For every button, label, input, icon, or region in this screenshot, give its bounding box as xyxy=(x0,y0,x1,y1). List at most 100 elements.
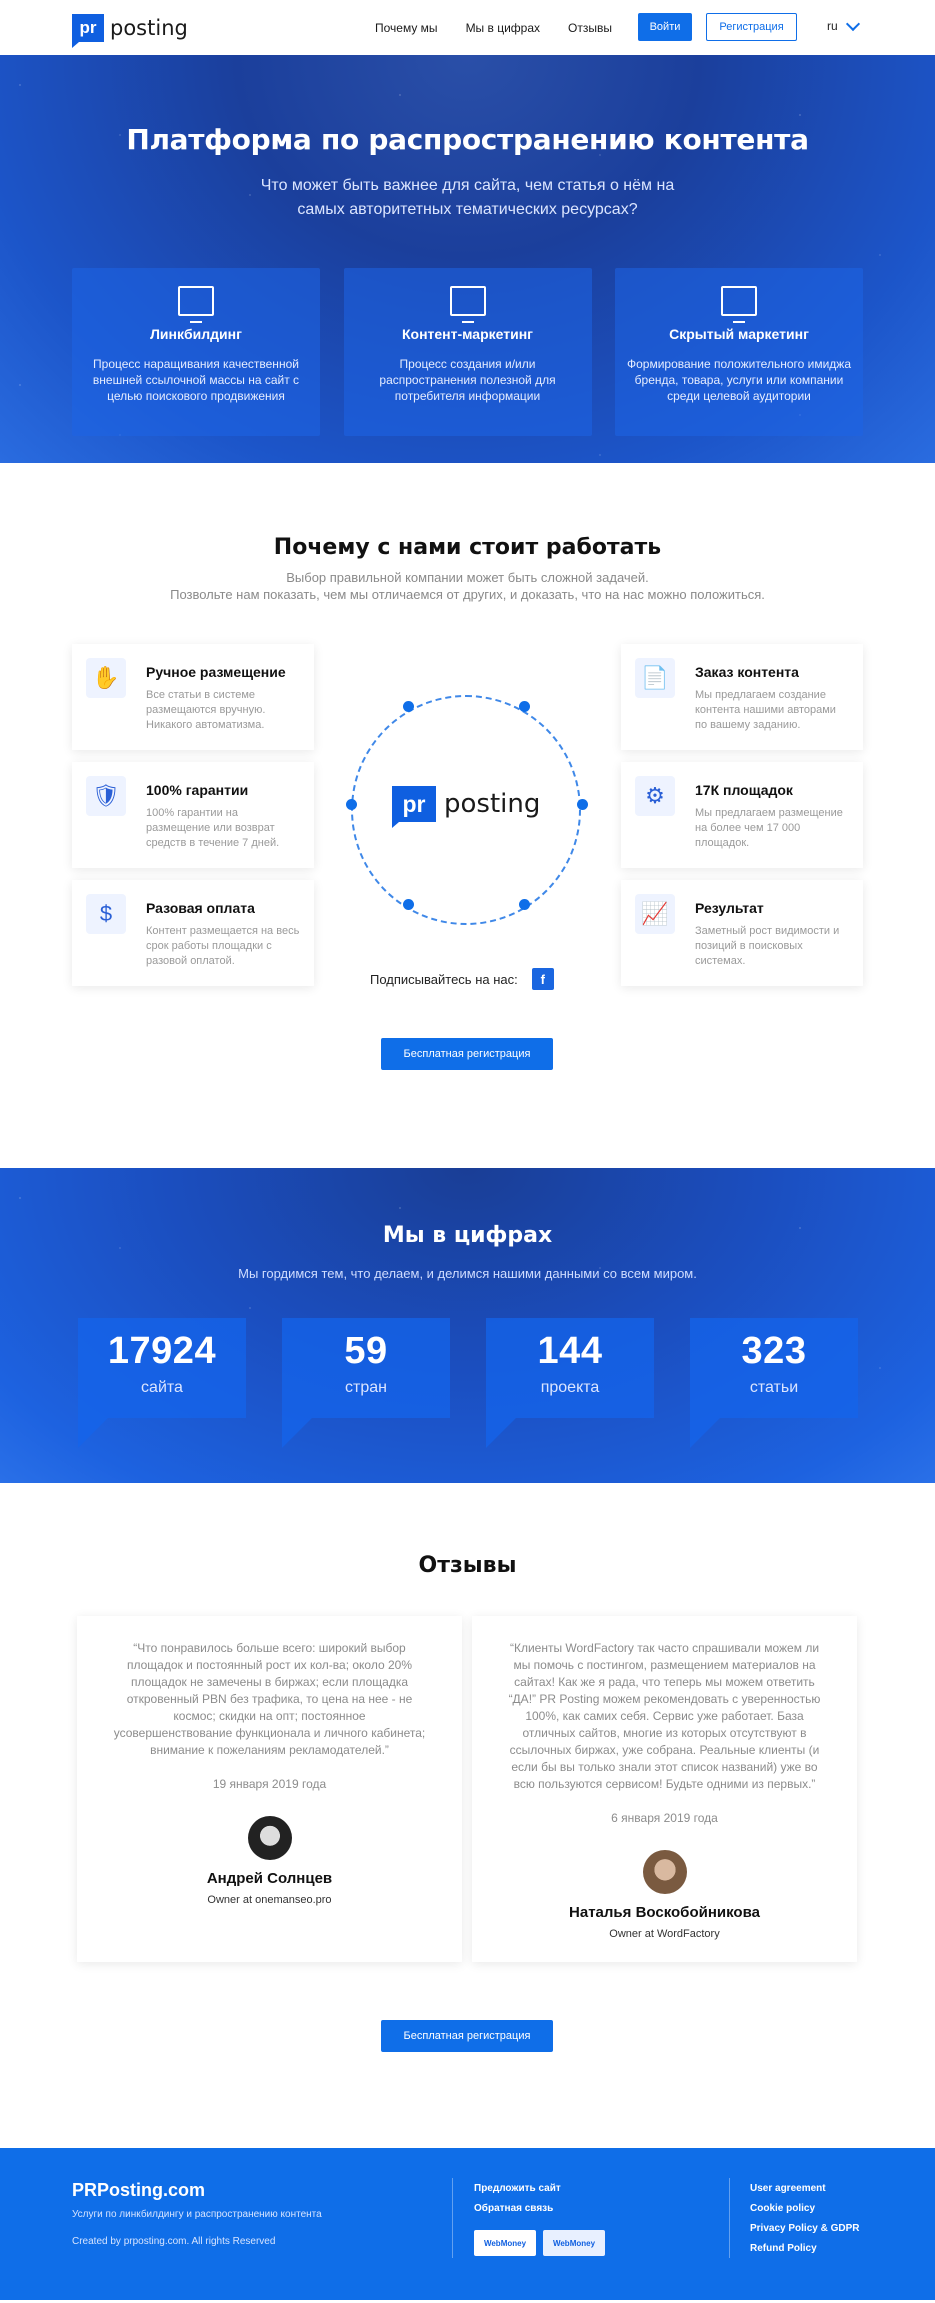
hero-subtitle: Что может быть важнее для сайта, чем ста… xyxy=(260,177,675,218)
hero-title: Платформа по распространению контента xyxy=(126,123,809,156)
language-select[interactable]: ru xyxy=(827,16,860,33)
footer-divider xyxy=(452,2178,453,2258)
review-author: Наталья Воскобойникова xyxy=(569,1904,760,1921)
logo-mark: pr xyxy=(72,13,104,48)
review-date: 19 января 2019 года xyxy=(212,1777,327,1791)
hero-card-title: Контент-маркетинг xyxy=(401,326,534,342)
feature-title: 100% гарантии xyxy=(146,782,249,798)
footer-links-right: User agreement Cookie policy Privacy Pol… xyxy=(750,2179,860,2259)
document-icon: 📄 xyxy=(635,658,675,698)
feature-card-sites: ⚙ 17К площадок Мы предлагаем размещение … xyxy=(621,762,863,868)
feature-text: Контент размещается на весь срок работы … xyxy=(146,925,300,967)
site-footer: PRPosting.com Услуги по линкбилдингу и р… xyxy=(0,2148,935,2300)
footer-copyright: Created by prposting.com. All rights Res… xyxy=(72,2236,276,2247)
why-us-section: Почему с нами стоит работать Выбор прави… xyxy=(0,463,935,1168)
feature-card-manual: ✋ Ручное размещение Все статьи в системе… xyxy=(72,644,314,750)
avatar xyxy=(642,1850,687,1894)
orbit-dot xyxy=(403,899,414,910)
stats-row: 17924 сайта 59 стран 144 проекта 323 ста… xyxy=(78,1318,858,1448)
footer-divider xyxy=(729,2178,730,2258)
network-icon: ⚙ xyxy=(635,776,675,816)
webmoney-badge[interactable]: WebMoney xyxy=(474,2230,536,2256)
hero-card-text: Процесс наращивания качественной внешней… xyxy=(92,357,300,403)
login-button[interactable]: Войти xyxy=(638,13,692,41)
stat-label: проекта xyxy=(540,1379,600,1396)
free-registration-button[interactable]: Бесплатная регистрация xyxy=(381,1038,553,1070)
shield-check-icon: 🛡 xyxy=(86,776,126,816)
orbit-dot xyxy=(403,701,414,712)
avatar xyxy=(247,1816,292,1860)
webmoney-attestation-badge[interactable]: WebMoney xyxy=(543,2230,605,2256)
stat-label: сайта xyxy=(141,1379,183,1396)
orbit-dot xyxy=(519,701,530,712)
footer-link-suggest-site[interactable]: Предложить сайт xyxy=(474,2179,561,2199)
stat-number: 323 xyxy=(741,1330,807,1372)
hero-card-hidden-marketing: Скрытый маркетинг Формирование положител… xyxy=(615,268,863,436)
review-card: “Клиенты WordFactory так часто спрашивал… xyxy=(472,1616,857,1962)
logo-text: posting xyxy=(444,789,541,819)
stats-subtitle: Мы гордимся тем, что делаем, и делимся н… xyxy=(238,1266,697,1281)
why-subtitle-line2: Позвольте нам показать, чем мы отличаемс… xyxy=(170,587,765,602)
reviews-title: Отзывы xyxy=(418,1553,517,1578)
chevron-down-icon xyxy=(845,16,860,31)
hero-card-linkbuilding: Линкбилдинг Процесс наращивания качестве… xyxy=(72,268,320,436)
review-card: “Что понравилось больше всего: широкий в… xyxy=(77,1616,462,1962)
feature-text: Заметный рост видимости и позиций в поис… xyxy=(695,925,840,967)
feature-title: Разовая оплата xyxy=(146,900,255,916)
footer-brand: PRPosting.com xyxy=(72,2180,206,2200)
review-role: Owner at WordFactory xyxy=(609,1928,720,1940)
feature-text: Мы предлагаем создание контента нашими а… xyxy=(695,689,836,731)
link-monitor-icon xyxy=(178,286,214,323)
feature-text: Мы предлагаем размещение на более чем 17… xyxy=(695,807,843,849)
logo-text: posting xyxy=(110,15,188,40)
stat-label: стран xyxy=(345,1379,387,1396)
orbit-dot xyxy=(577,799,588,810)
feature-card-guarantee: 🛡 100% гарантии 100% гарантии на размеще… xyxy=(72,762,314,868)
feature-title: Заказ контента xyxy=(695,664,799,680)
money-bag-icon: $ xyxy=(86,894,126,934)
stat-articles: 323 статьи xyxy=(690,1318,858,1448)
footer-links-middle: Предложить сайт Обратная связь xyxy=(474,2179,561,2219)
feature-title: 17К площадок xyxy=(695,782,793,798)
site-header: pr posting Почему мы Мы в цифрах Отзывы … xyxy=(0,0,935,55)
feature-text: Все статьи в системе размещаются вручную… xyxy=(146,689,266,731)
orbit-dot xyxy=(346,799,357,810)
free-registration-button[interactable]: Бесплатная регистрация xyxy=(381,2020,553,2052)
growth-chart-icon: 📈 xyxy=(635,894,675,934)
stat-number: 17924 xyxy=(107,1330,217,1372)
hand-icon: ✋ xyxy=(86,658,126,698)
footer-link-privacy-policy[interactable]: Privacy Policy & GDPR xyxy=(750,2219,860,2239)
star-monitor-icon xyxy=(721,286,757,323)
language-value: ru xyxy=(827,19,838,33)
hero-card-content-marketing: Контент-маркетинг Процесс создания и/или… xyxy=(343,268,592,436)
logo[interactable]: pr posting xyxy=(72,13,188,48)
stat-sites: 17924 сайта xyxy=(78,1318,246,1448)
stat-number: 59 xyxy=(344,1330,388,1372)
why-title: Почему с нами стоит работать xyxy=(273,535,662,560)
subscribe-row: Подписывайтесь на нас: f xyxy=(370,968,554,990)
stats-title: Мы в цифрах xyxy=(382,1223,553,1248)
footer-link-refund-policy[interactable]: Refund Policy xyxy=(750,2239,860,2259)
nav-numbers[interactable]: Мы в цифрах xyxy=(466,21,540,35)
footer-link-cookie-policy[interactable]: Cookie policy xyxy=(750,2199,860,2219)
review-text: “Клиенты WordFactory так часто спрашивал… xyxy=(508,1641,821,1791)
hero-card-text: Формирование положительного имиджа бренд… xyxy=(626,357,851,403)
stats-section: Мы в цифрах Мы гордимся тем, что делаем,… xyxy=(0,1168,935,1483)
facebook-icon[interactable]: f xyxy=(531,968,554,990)
nav-why-us[interactable]: Почему мы xyxy=(375,21,438,35)
main-nav: Почему мы Мы в цифрах Отзывы xyxy=(375,0,612,55)
hero-card-text: Процесс создания и/или распространения п… xyxy=(379,357,556,403)
why-subtitle-line1: Выбор правильной компании может быть сло… xyxy=(286,570,649,585)
nav-reviews[interactable]: Отзывы xyxy=(568,21,612,35)
stat-number: 144 xyxy=(537,1330,603,1372)
feature-text: 100% гарантии на размещение или возврат … xyxy=(146,807,280,849)
register-button[interactable]: Регистрация xyxy=(706,13,797,41)
orbit-dot xyxy=(519,899,530,910)
feature-title: Ручное размещение xyxy=(146,664,286,680)
hero-card-title: Скрытый маркетинг xyxy=(669,326,809,342)
feature-title: Результат xyxy=(695,900,764,916)
footer-description: Услуги по линкбилдингу и распространению… xyxy=(72,2209,322,2220)
review-author: Андрей Солнцев xyxy=(206,1870,333,1887)
footer-link-user-agreement[interactable]: User agreement xyxy=(750,2179,860,2199)
footer-link-feedback[interactable]: Обратная связь xyxy=(474,2199,561,2219)
